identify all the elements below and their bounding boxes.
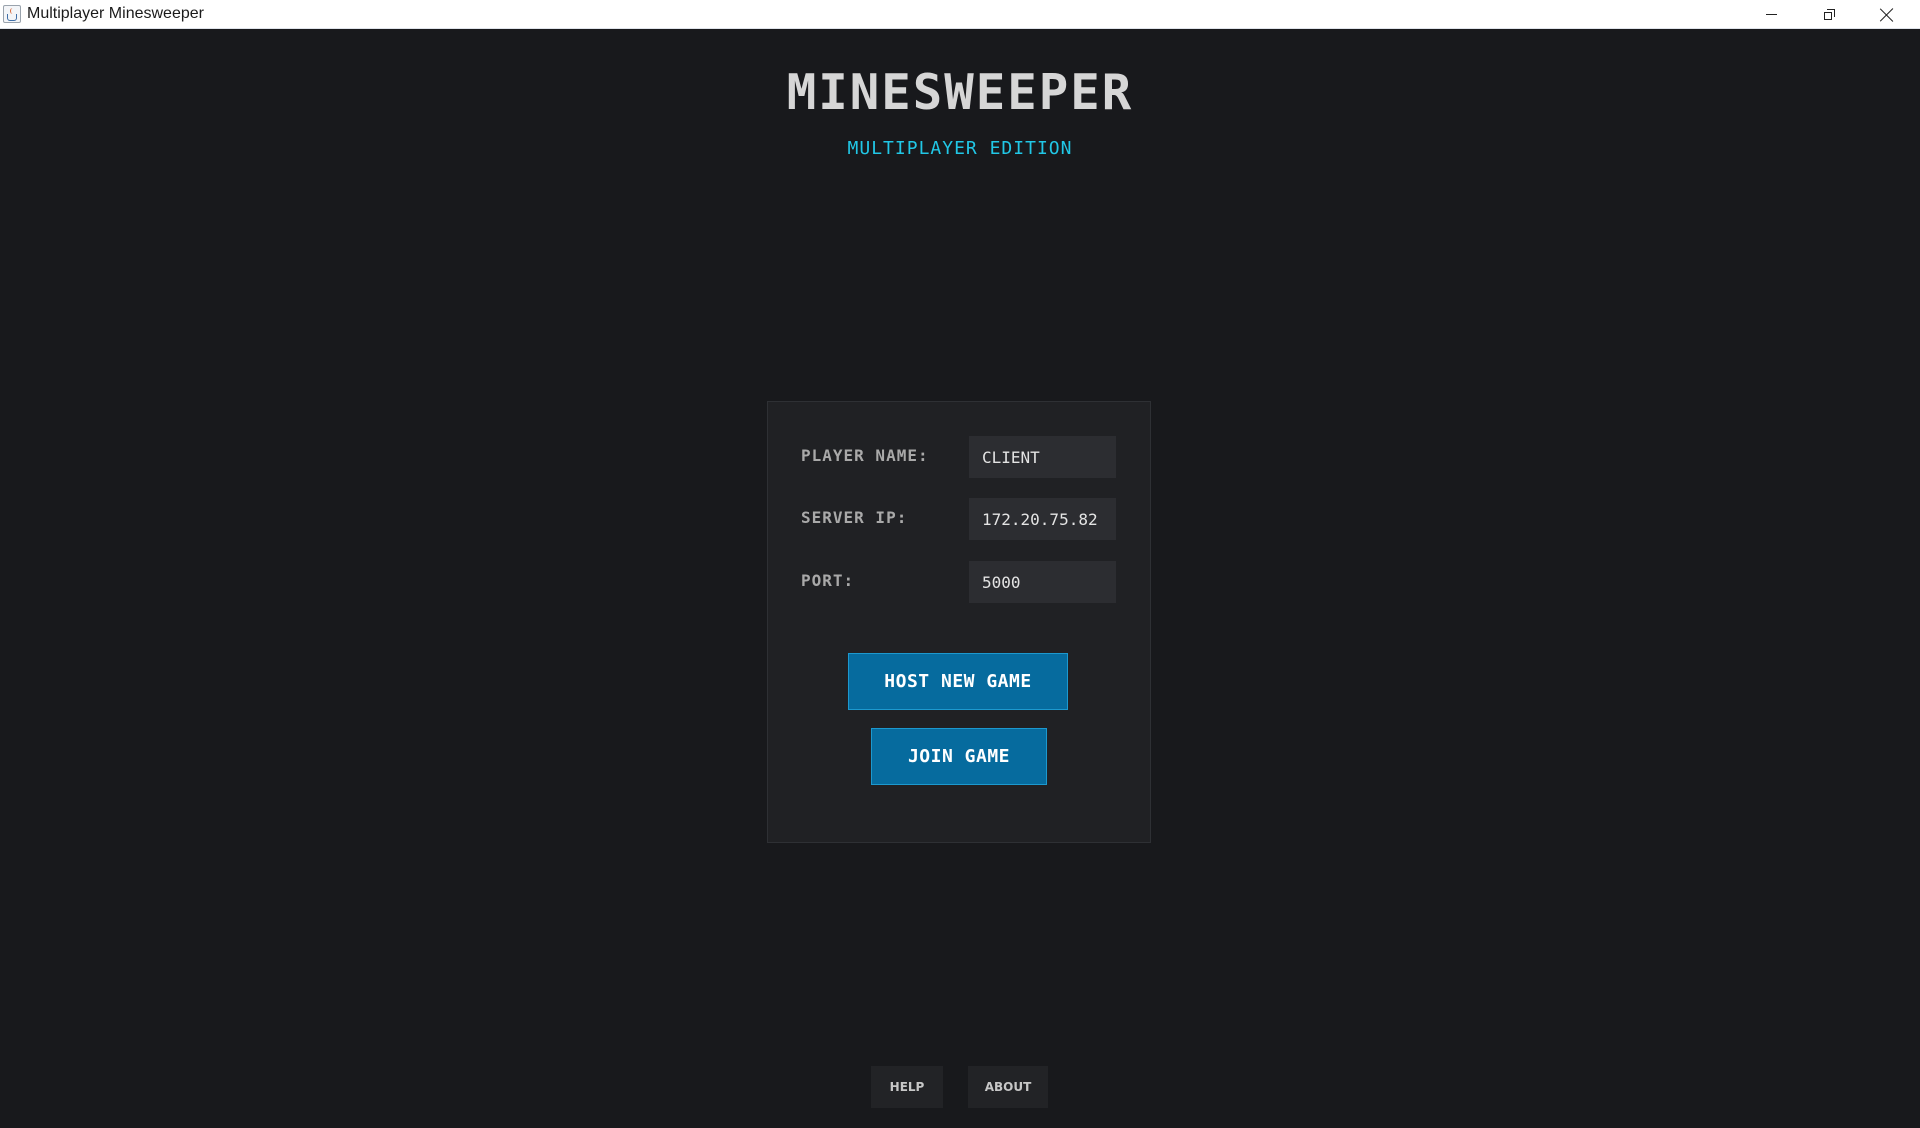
join-game-button[interactable]: JOIN GAME: [871, 728, 1047, 785]
app-window: Multiplayer Minesweeper MINESWEEPER MULT…: [0, 0, 1920, 1128]
port-label: PORT:: [801, 571, 855, 590]
minimize-icon: [1765, 14, 1777, 15]
restore-button[interactable]: [1800, 0, 1858, 29]
about-button[interactable]: ABOUT: [968, 1066, 1048, 1108]
close-icon: [1880, 8, 1894, 22]
minimize-button[interactable]: [1742, 0, 1800, 29]
port-input[interactable]: [969, 561, 1116, 603]
host-new-game-button[interactable]: HOST NEW GAME: [848, 653, 1068, 710]
restore-icon: [1823, 9, 1835, 20]
game-title: MINESWEEPER: [786, 64, 1134, 121]
window-title: Multiplayer Minesweeper: [27, 5, 204, 22]
game-subtitle: MULTIPLAYER EDITION: [847, 138, 1073, 159]
java-app-icon: [3, 5, 21, 23]
server-ip-label: SERVER IP:: [801, 508, 908, 527]
help-button[interactable]: HELP: [871, 1066, 943, 1108]
connection-panel: PLAYER NAME: SERVER IP: PORT: HOST NEW G…: [767, 401, 1151, 843]
player-name-input[interactable]: [969, 436, 1116, 478]
player-name-label: PLAYER NAME:: [801, 446, 929, 465]
close-button[interactable]: [1858, 0, 1916, 29]
server-ip-input[interactable]: [969, 498, 1116, 540]
title-bar: Multiplayer Minesweeper: [0, 0, 1920, 29]
